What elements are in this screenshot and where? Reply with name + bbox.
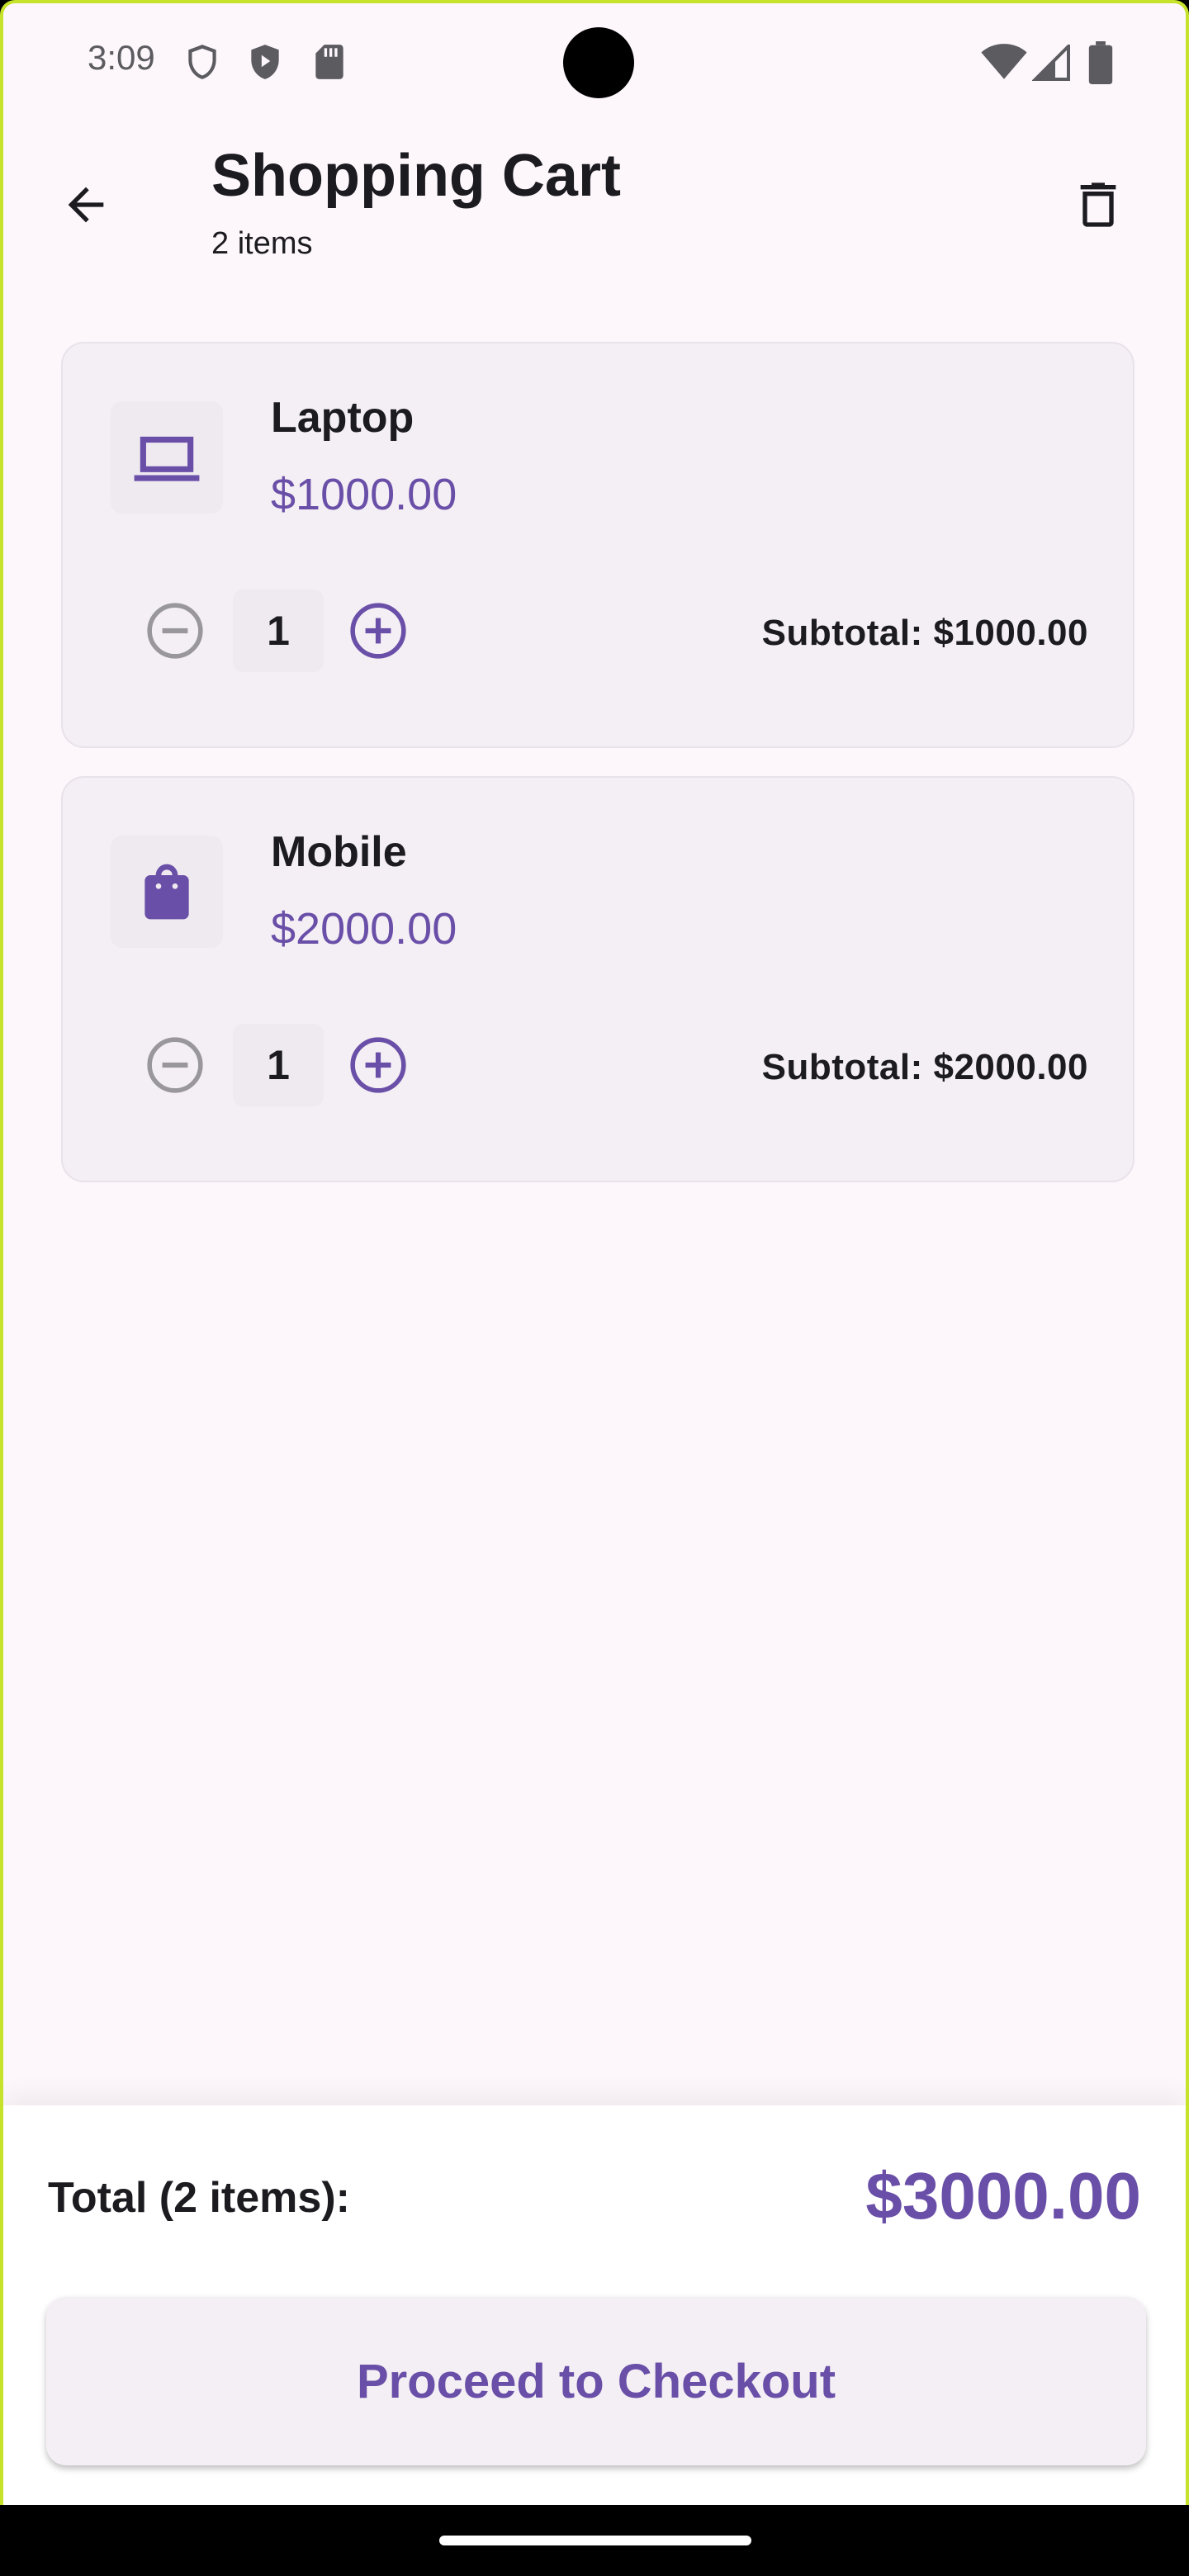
- increase-quantity-button[interactable]: [345, 598, 411, 664]
- quantity-value: 1: [233, 1024, 324, 1106]
- page-title: Shopping Cart: [211, 143, 621, 209]
- quantity-stepper: 1: [142, 590, 411, 672]
- product-name: Laptop: [271, 394, 414, 442]
- checkout-button[interactable]: Proceed to Checkout: [46, 2297, 1146, 2465]
- order-summary-panel: Total (2 items): $3000.00 Proceed to Che…: [3, 2105, 1186, 2505]
- product-thumbnail: [111, 836, 223, 948]
- item-count: 2 items: [211, 226, 313, 261]
- clear-cart-button[interactable]: [1062, 168, 1135, 241]
- item-subtotal: Subtotal: $2000.00: [761, 1047, 1088, 1087]
- laptop-icon: [134, 436, 200, 481]
- minus-circle-icon: [147, 603, 203, 659]
- minus-circle-icon: [147, 1037, 203, 1093]
- cart-item-card: Mobile $2000.00 1 Subtotal: $2000.00: [61, 776, 1135, 1182]
- quantity-stepper: 1: [142, 1024, 411, 1106]
- cell-signal-icon: [1032, 45, 1070, 81]
- app-screen: 3:09 Shopping Cart 2 items Laptop $1000.…: [0, 0, 1189, 2505]
- arrow-back-icon: [68, 187, 104, 223]
- quantity-value: 1: [233, 590, 324, 672]
- plus-circle-icon: [350, 603, 406, 659]
- decrease-quantity-button[interactable]: [142, 598, 208, 664]
- sd-card-icon: [315, 45, 343, 79]
- increase-quantity-button[interactable]: [345, 1032, 411, 1098]
- product-thumbnail: [111, 401, 223, 514]
- status-bar: 3:09: [3, 3, 1186, 119]
- product-price: $2000.00: [271, 904, 457, 954]
- status-time: 3:09: [88, 38, 155, 77]
- trash-icon: [1080, 182, 1116, 227]
- cart-item-card: Laptop $1000.00 1 Subtotal: $1000.00: [61, 342, 1135, 748]
- total-value: $3000.00: [865, 2159, 1141, 2233]
- play-protect-icon: [251, 45, 279, 79]
- decrease-quantity-button[interactable]: [142, 1032, 208, 1098]
- battery-icon: [1088, 41, 1113, 84]
- total-label: Total (2 items):: [48, 2174, 350, 2222]
- plus-circle-icon: [350, 1037, 406, 1093]
- home-gesture-bar[interactable]: [439, 2536, 751, 2545]
- product-name: Mobile: [271, 828, 407, 876]
- wifi-icon: [981, 44, 1027, 79]
- item-subtotal: Subtotal: $1000.00: [761, 613, 1088, 653]
- shield-icon: [188, 45, 216, 79]
- camera-cutout: [563, 27, 634, 98]
- product-price: $1000.00: [271, 470, 457, 519]
- back-button[interactable]: [50, 168, 122, 241]
- shopping-bag-icon: [144, 864, 189, 920]
